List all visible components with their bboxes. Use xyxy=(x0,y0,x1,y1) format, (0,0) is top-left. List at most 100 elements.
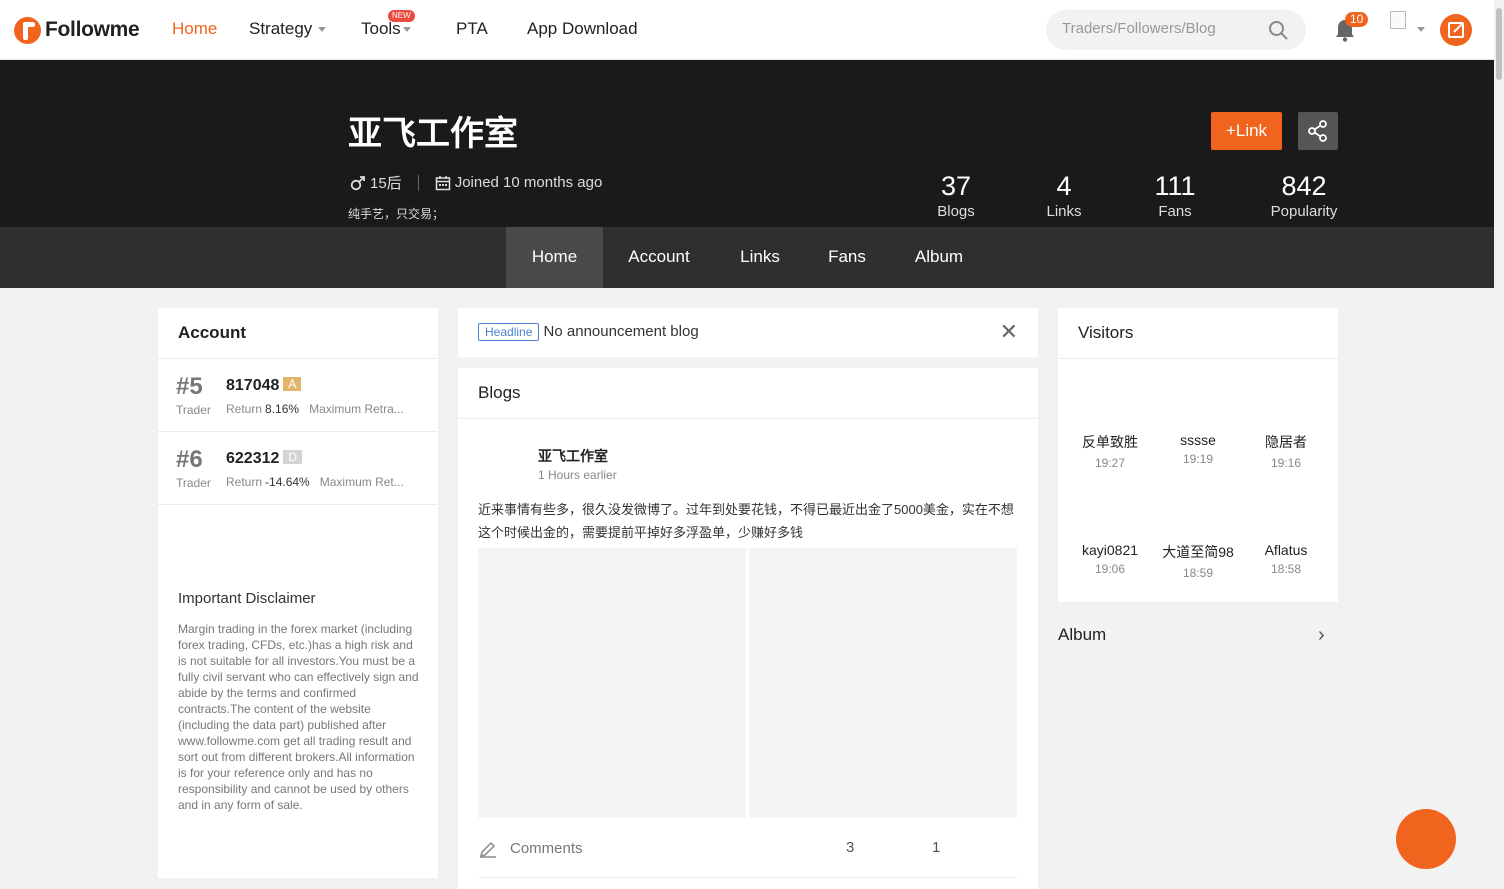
tab-fans[interactable]: Fans xyxy=(815,227,879,288)
visitor-item[interactable]: 反单致胜 19:27 xyxy=(1070,432,1150,470)
account-row[interactable]: #5 Trader 817048 A Return 8.16% Maximum Re… xyxy=(158,359,438,432)
blogs-card-title: Blogs xyxy=(458,368,1038,419)
account-number: 622312 xyxy=(226,450,280,467)
profile-header: 亚飞工作室 15后 Joined 10 months ago 纯手艺，只交易； … xyxy=(0,60,1494,227)
share-button[interactable] xyxy=(1298,112,1338,150)
close-icon[interactable]: ✕ xyxy=(1000,321,1018,343)
account-role: Trader xyxy=(176,403,211,417)
visitor-item[interactable]: Aflatus 18:58 xyxy=(1246,542,1326,576)
account-grade-badge: D xyxy=(283,450,303,464)
link-button[interactable]: +Link xyxy=(1211,112,1282,150)
drawdown-label: Maximum Ret... xyxy=(319,475,404,489)
stat-fans[interactable]: 111 Fans xyxy=(1145,170,1205,220)
account-grade-badge: A xyxy=(283,377,302,391)
headline-tag: Headline xyxy=(478,323,540,341)
disclaimer-title: Important Disclaimer xyxy=(178,590,316,607)
chevron-down-icon xyxy=(318,27,327,33)
visitor-name: 大道至简98 xyxy=(1162,544,1234,560)
return-label: Return xyxy=(226,402,263,416)
account-row[interactable]: #6 Trader 622312 D Return -14.64% Maximum … xyxy=(158,432,438,505)
announcement-text: No announcement blog xyxy=(543,323,699,340)
visitor-time: 19:06 xyxy=(1094,562,1126,576)
visitor-time: 19:19 xyxy=(1182,452,1214,466)
user-avatar[interactable] xyxy=(1390,11,1406,29)
floating-action-button[interactable] xyxy=(1396,809,1456,869)
nav-pta[interactable]: PTA xyxy=(456,19,488,39)
stat-links[interactable]: 4 Links xyxy=(1034,170,1094,220)
write-post-button[interactable] xyxy=(1440,14,1472,46)
search-input[interactable] xyxy=(1062,20,1262,37)
nav-home[interactable]: Home xyxy=(172,19,217,39)
visitors-card: Visitors 反单致胜 19:27 sssse 19:19 隐居者 19:1… xyxy=(1058,308,1338,602)
tab-account[interactable]: Account xyxy=(614,227,704,288)
comments-button[interactable]: Comments xyxy=(478,838,583,858)
search-icon[interactable] xyxy=(1268,20,1288,40)
stat-label: Fans xyxy=(1158,203,1192,220)
tab-links[interactable]: Links xyxy=(725,227,795,288)
page-scrollbar[interactable] xyxy=(1494,0,1504,889)
nav-strategy[interactable]: Strategy xyxy=(249,19,327,39)
meta-divider xyxy=(417,174,419,191)
stat-value: 37 xyxy=(940,171,972,201)
account-number: 817048 xyxy=(226,377,280,394)
visitors-card-title: Visitors xyxy=(1058,308,1338,359)
post-author[interactable]: 亚飞工作室 xyxy=(538,446,608,466)
announcement-line: Headline No announcement blog xyxy=(478,323,699,341)
account-stats: Return 8.16% Maximum Retra... xyxy=(226,402,404,416)
chevron-right-icon[interactable]: › xyxy=(1318,624,1325,647)
post-divider xyxy=(478,877,1018,878)
album-section-title[interactable]: Album xyxy=(1058,625,1106,645)
share-count[interactable]: 1 xyxy=(932,839,940,856)
account-number-line: 622312 D xyxy=(226,450,303,468)
visitor-item[interactable]: 隐居者 19:16 xyxy=(1246,432,1326,470)
post-image[interactable] xyxy=(478,548,746,818)
visitor-item[interactable]: kayi0821 19:06 xyxy=(1070,542,1150,576)
visitor-time: 18:58 xyxy=(1270,562,1302,576)
account-card-title: Account xyxy=(158,308,438,359)
account-rank: #6 xyxy=(176,446,203,473)
post-image[interactable] xyxy=(749,548,1017,818)
link-button-label: Link xyxy=(1235,121,1268,140)
stat-value: 4 xyxy=(1056,171,1072,201)
drawdown-label: Maximum Retra... xyxy=(309,402,404,416)
nav-strategy-label: Strategy xyxy=(249,19,313,38)
followme-logo[interactable]: Followme xyxy=(14,14,140,46)
visitor-name: 反单致胜 xyxy=(1082,434,1138,450)
share-icon xyxy=(1308,120,1327,142)
return-value: -14.64% xyxy=(265,475,310,489)
scrollbar-thumb[interactable] xyxy=(1496,8,1502,80)
profile-name: 亚飞工作室 xyxy=(348,115,518,153)
nav-tools[interactable]: Tools xyxy=(361,19,411,39)
author-avatar[interactable] xyxy=(478,438,526,486)
plus-icon: + xyxy=(1225,121,1236,140)
nav-app-download[interactable]: App Download xyxy=(527,19,638,39)
account-card: Account #5 Trader 817048 A Return 8.16% Ma… xyxy=(158,308,438,878)
blogs-card: Blogs 亚飞工作室 1 Hours earlier 近来事情有些多，很久没发… xyxy=(458,368,1038,889)
stat-blogs[interactable]: 37 Blogs xyxy=(926,170,986,220)
chevron-down-icon[interactable] xyxy=(1417,27,1425,32)
visitor-name: sssse xyxy=(1180,432,1216,448)
account-rank: #5 xyxy=(176,373,203,400)
visitor-name: Aflatus xyxy=(1264,542,1308,558)
tab-home[interactable]: Home xyxy=(506,227,603,288)
profile-bio: 纯手艺，只交易； xyxy=(348,207,445,221)
edit-icon xyxy=(1448,22,1464,38)
visitor-time: 18:59 xyxy=(1182,566,1214,580)
like-count[interactable]: 3 xyxy=(846,839,854,856)
post-body[interactable]: 近来事情有些多，很久没发微博了。过年到处要花钱，不得已最近出金了5000美金，实… xyxy=(478,498,1022,544)
pencil-icon xyxy=(480,842,496,858)
visitor-item[interactable]: sssse 19:19 xyxy=(1158,432,1238,466)
account-number-line: 817048 A xyxy=(226,377,302,395)
stat-label: Links xyxy=(1046,203,1082,220)
brand-name: Followme xyxy=(45,18,140,41)
notification-badge: 10 xyxy=(1345,12,1369,27)
account-role: Trader xyxy=(176,476,211,490)
account-stats: Return -14.64% Maximum Ret... xyxy=(226,475,404,489)
male-icon xyxy=(350,175,365,190)
tab-album[interactable]: Album xyxy=(902,227,976,288)
profile-age-tag: 15后 xyxy=(370,175,402,192)
announcement-bar: Headline No announcement blog ✕ xyxy=(458,308,1038,357)
stat-label: Blogs xyxy=(937,203,975,220)
visitor-item[interactable]: 大道至简98 18:59 xyxy=(1158,542,1238,580)
stat-popularity[interactable]: 842 Popularity xyxy=(1264,170,1344,220)
